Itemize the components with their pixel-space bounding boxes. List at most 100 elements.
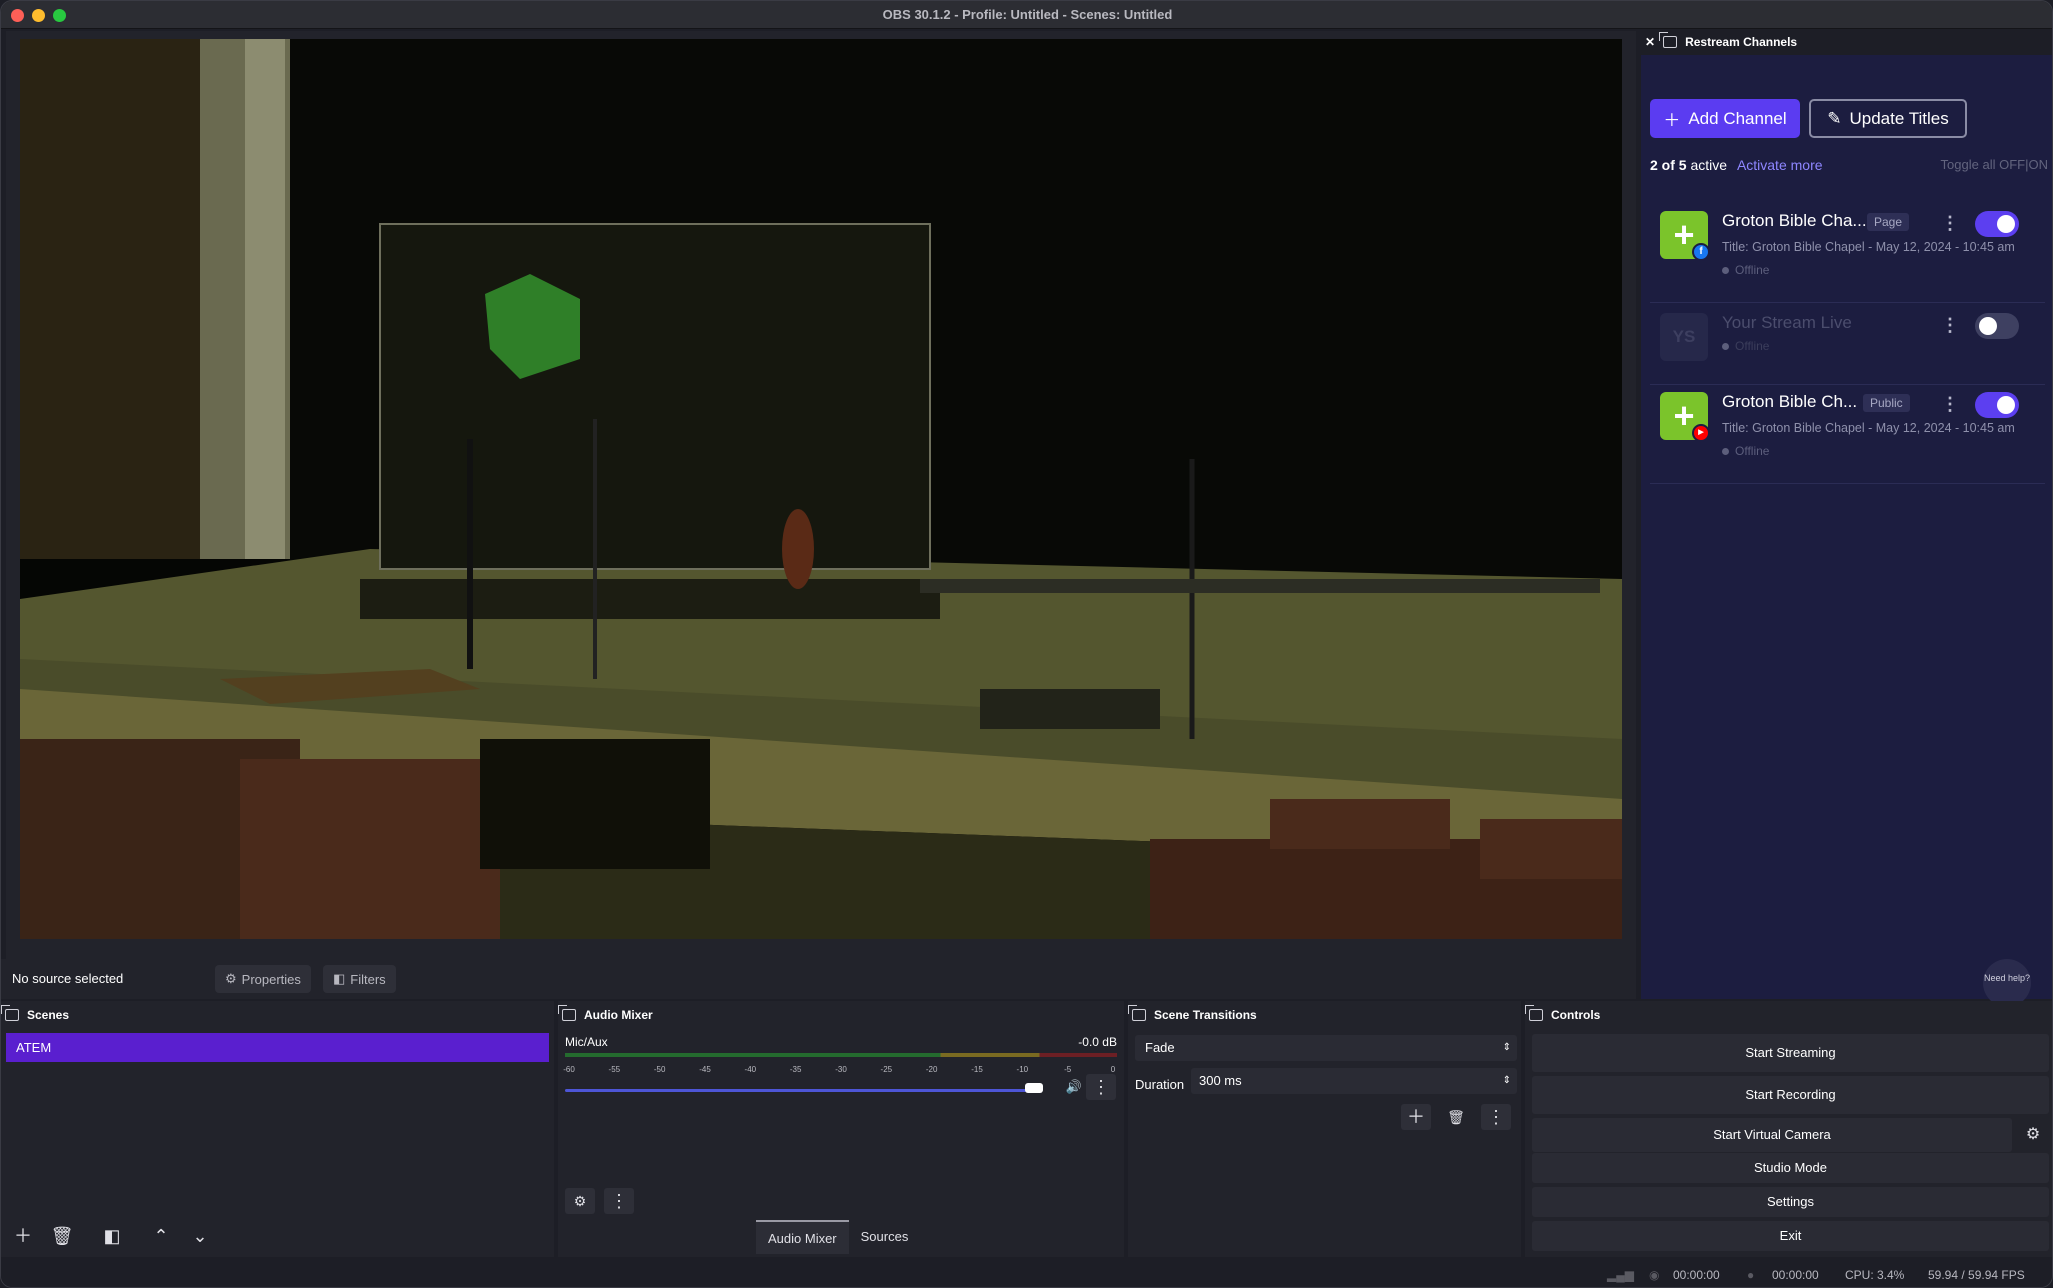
start-recording-button[interactable]: Start Recording [1532, 1076, 2049, 1114]
program-preview[interactable] [20, 39, 1622, 939]
preview-area [6, 31, 1636, 959]
plus-icon: ＋ [1663, 111, 1681, 130]
toggle-all-label: Toggle all [1940, 157, 1996, 172]
channel-name: Groton Bible Cha... [1722, 211, 1867, 230]
audio-mixer-title: Audio Mixer [584, 1008, 653, 1022]
undock-icon[interactable] [558, 1005, 576, 1021]
update-titles-label: Update Titles [1849, 108, 1949, 128]
close-icon[interactable]: ✕ [1645, 35, 1655, 49]
restream-panel: ✕ Restream Channels ＋ Add Channel ✎ Upda… [1641, 29, 2052, 1007]
undock-icon[interactable] [1525, 1005, 1543, 1021]
add-channel-label: Add Channel [1688, 108, 1787, 128]
controls-title: Controls [1551, 1008, 1601, 1022]
channel-item: + ▶ Groton Bible Ch... Public Title: Gro… [1650, 384, 2045, 484]
active-count: 2 of 5 active Activate more [1650, 157, 1823, 173]
channel-title: Title: Groton Bible Chapel - May 12, 202… [1722, 421, 2015, 435]
dock-tabs: Audio Mixer Sources [756, 1220, 920, 1254]
record-icon: ● [1747, 1268, 1755, 1282]
meter-tick-label: -20 [925, 1065, 938, 1074]
move-down-icon[interactable]: ⌄ [185, 1223, 215, 1249]
start-virtual-camera-button[interactable]: Start Virtual Camera [1532, 1118, 2012, 1152]
toggle-all-on[interactable]: ON [2029, 157, 2049, 172]
close-window-button[interactable] [11, 9, 24, 22]
restream-panel-header: ✕ Restream Channels [1641, 29, 2052, 55]
channel-name: Groton Bible Ch... [1722, 392, 1858, 411]
scenes-dock-header: Scenes [1, 1001, 554, 1029]
start-streaming-button[interactable]: Start Streaming [1532, 1034, 2049, 1072]
exit-button[interactable]: Exit [1532, 1221, 2049, 1251]
toggle-all[interactable]: Toggle all OFF|ON [1941, 157, 2048, 172]
volume-meter [565, 1053, 1117, 1057]
channel-menu-icon[interactable]: ⋮ [1941, 315, 1959, 336]
audio-mixer-dock: Audio Mixer Mic/Aux -0.0 dB -60 -55 -50 -45… [558, 1001, 1124, 1257]
filters-button[interactable]: ◧ Filters [323, 965, 396, 993]
filters-label: Filters [350, 971, 386, 987]
scene-item[interactable]: ATEM [6, 1033, 549, 1062]
trash-icon[interactable]: 🗑 [1441, 1104, 1471, 1130]
tab-sources[interactable]: Sources [849, 1220, 921, 1254]
updown-arrows-icon: ⇕ [1502, 1042, 1511, 1053]
tab-audio-mixer[interactable]: Audio Mixer [756, 1220, 849, 1254]
mixer-options-icon[interactable]: ⋮ [604, 1188, 634, 1214]
zoom-window-button[interactable] [53, 9, 66, 22]
scene-filters-icon[interactable]: ◧ [97, 1223, 127, 1249]
duration-input[interactable]: 300 ms ⇕ [1191, 1068, 1517, 1094]
move-up-icon[interactable]: ⌃ [146, 1223, 176, 1249]
add-transition-icon[interactable]: ＋ [1401, 1104, 1431, 1130]
mixer-level: -0.0 dB [1078, 1035, 1117, 1049]
minimize-window-button[interactable] [32, 9, 45, 22]
channel-title: Title: Groton Bible Chapel - May 12, 202… [1722, 240, 2015, 254]
undock-icon[interactable] [1128, 1005, 1146, 1021]
channel-status: Offline [1722, 263, 1769, 277]
toggle-all-off[interactable]: OFF [1999, 157, 2025, 172]
undock-icon[interactable] [1, 1005, 19, 1021]
channel-toggle[interactable] [1975, 392, 2019, 418]
transition-select[interactable]: Fade ⇕ [1135, 1035, 1517, 1061]
mixer-channel-name: Mic/Aux [565, 1035, 608, 1049]
properties-button[interactable]: ⚙ Properties [215, 965, 311, 993]
channel-logo: YS [1660, 313, 1708, 361]
meter-tick-label: -5 [1064, 1065, 1072, 1074]
properties-label: Properties [241, 971, 301, 987]
cpu-usage: CPU: 3.4% [1845, 1268, 1905, 1282]
scene-transitions-dock-header: Scene Transitions [1128, 1001, 1521, 1029]
restream-panel-title: Restream Channels [1685, 35, 1798, 49]
meter-tick-label: -25 [880, 1065, 893, 1074]
obs-window: OBS 30.1.2 - Profile: Untitled - Scenes:… [0, 0, 2053, 1288]
volume-slider-handle[interactable] [1025, 1083, 1043, 1093]
stepper-icon[interactable]: ⇕ [1503, 1068, 1511, 1094]
channel-menu-icon[interactable]: ⋮ [1941, 213, 1959, 234]
settings-button[interactable]: Settings [1532, 1187, 2049, 1217]
speaker-icon[interactable]: 🔊 [1059, 1074, 1089, 1100]
scenes-dock: Scenes ATEM ＋ 🗑 ◧ ⌃ ⌄ [1, 1001, 554, 1257]
mixer-menu-icon[interactable]: ⋮ [1086, 1074, 1116, 1100]
gear-icon[interactable]: ⚙ [2018, 1122, 2048, 1148]
youtube-icon: ▶ [1692, 424, 1710, 442]
channel-toggle[interactable] [1975, 211, 2019, 237]
gear-icon: ⚙ [225, 971, 237, 986]
meter-tick-label: -55 [608, 1065, 621, 1074]
fps-readout: 59.94 / 59.94 FPS [1928, 1268, 2025, 1282]
advanced-audio-icon[interactable]: ⚙ [565, 1188, 595, 1214]
channel-menu-icon[interactable]: ⋮ [1941, 394, 1959, 415]
transition-select-value: Fade [1145, 1040, 1175, 1055]
duration-value: 300 ms [1199, 1073, 1242, 1088]
filter-icon: ◧ [333, 971, 346, 986]
studio-mode-button[interactable]: Studio Mode [1532, 1153, 2049, 1183]
add-scene-icon[interactable]: ＋ [8, 1223, 38, 1249]
add-channel-button[interactable]: ＋ Add Channel [1650, 99, 1800, 138]
facebook-icon: f [1692, 243, 1710, 261]
channel-status: Offline [1722, 339, 1769, 353]
meter-tick-label: -10 [1016, 1065, 1029, 1074]
undock-icon[interactable] [1659, 32, 1678, 48]
activate-more-link[interactable]: Activate more [1737, 157, 1823, 173]
update-titles-button[interactable]: ✎ Update Titles [1809, 99, 1967, 138]
meter-tick-label: -35 [789, 1065, 802, 1074]
need-help-button[interactable]: Need help? [1983, 959, 2031, 1007]
trash-icon[interactable]: 🗑 [47, 1223, 77, 1249]
scenes-title: Scenes [27, 1008, 70, 1022]
volume-slider[interactable] [565, 1089, 1031, 1092]
channel-toggle[interactable] [1975, 313, 2019, 339]
transition-menu-icon[interactable]: ⋮ [1481, 1104, 1511, 1130]
controls-dock-header: Controls [1525, 1001, 2052, 1029]
